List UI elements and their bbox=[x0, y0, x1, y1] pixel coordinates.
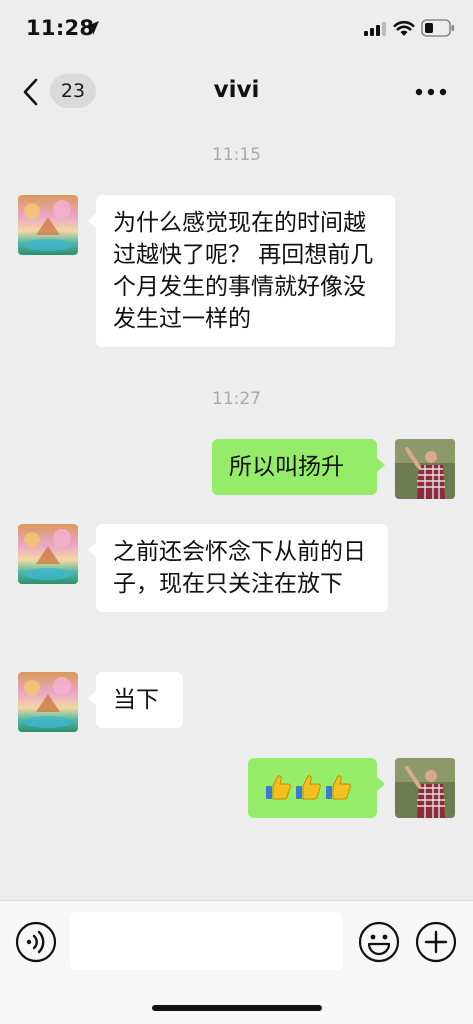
message-input-bar bbox=[0, 900, 473, 1024]
battery-icon bbox=[421, 19, 454, 37]
outgoing-message-bubble[interactable]: 所以叫扬升 bbox=[212, 439, 385, 495]
user-avatar[interactable] bbox=[395, 439, 455, 499]
incoming-message-bubble[interactable]: 当下 bbox=[88, 672, 183, 728]
chat-header: 23 vivi bbox=[0, 60, 473, 124]
message-text: 当下 bbox=[113, 687, 159, 713]
message-text: 所以叫扬升 bbox=[229, 454, 344, 480]
incoming-message-bubble[interactable]: 为什么感觉现在的时间越过越快了呢？ 再回想前几个月发生的事情就好像没发生过一样的 bbox=[88, 195, 395, 347]
home-indicator bbox=[152, 1005, 322, 1011]
contact-avatar[interactable] bbox=[18, 672, 78, 732]
message-timestamp: 11:27 bbox=[212, 389, 261, 409]
chat-title: vivi bbox=[213, 77, 260, 103]
user-avatar[interactable] bbox=[395, 758, 455, 818]
message-text: 之前还会怀念下从前的日子，现在只关注在放下 bbox=[113, 539, 366, 597]
cellular-signal-icon bbox=[364, 22, 386, 36]
status-bar: 11:28 bbox=[0, 0, 473, 60]
outgoing-message-bubble[interactable] bbox=[248, 758, 385, 818]
contact-avatar[interactable] bbox=[18, 524, 78, 584]
thumbs-up-icon bbox=[326, 775, 351, 800]
message-text: 为什么感觉现在的时间越过越快了呢？ 再回想前几个月发生的事情就好像没发生过一样的 bbox=[113, 210, 374, 332]
location-arrow-icon bbox=[85, 21, 99, 35]
plus-more-icon[interactable] bbox=[415, 921, 457, 963]
incoming-message-bubble[interactable]: 之前还会怀念下从前的日子，现在只关注在放下 bbox=[88, 524, 388, 612]
emoji-icon[interactable] bbox=[358, 921, 400, 963]
message-timestamp: 11:15 bbox=[212, 145, 261, 165]
wifi-icon bbox=[393, 20, 415, 36]
thumbs-up-icon bbox=[266, 775, 291, 800]
more-options-icon[interactable] bbox=[413, 86, 449, 98]
voice-input-icon[interactable] bbox=[15, 921, 57, 963]
thumbs-up-icon bbox=[296, 775, 321, 800]
contact-avatar[interactable] bbox=[18, 195, 78, 255]
message-text-input[interactable] bbox=[70, 912, 343, 970]
